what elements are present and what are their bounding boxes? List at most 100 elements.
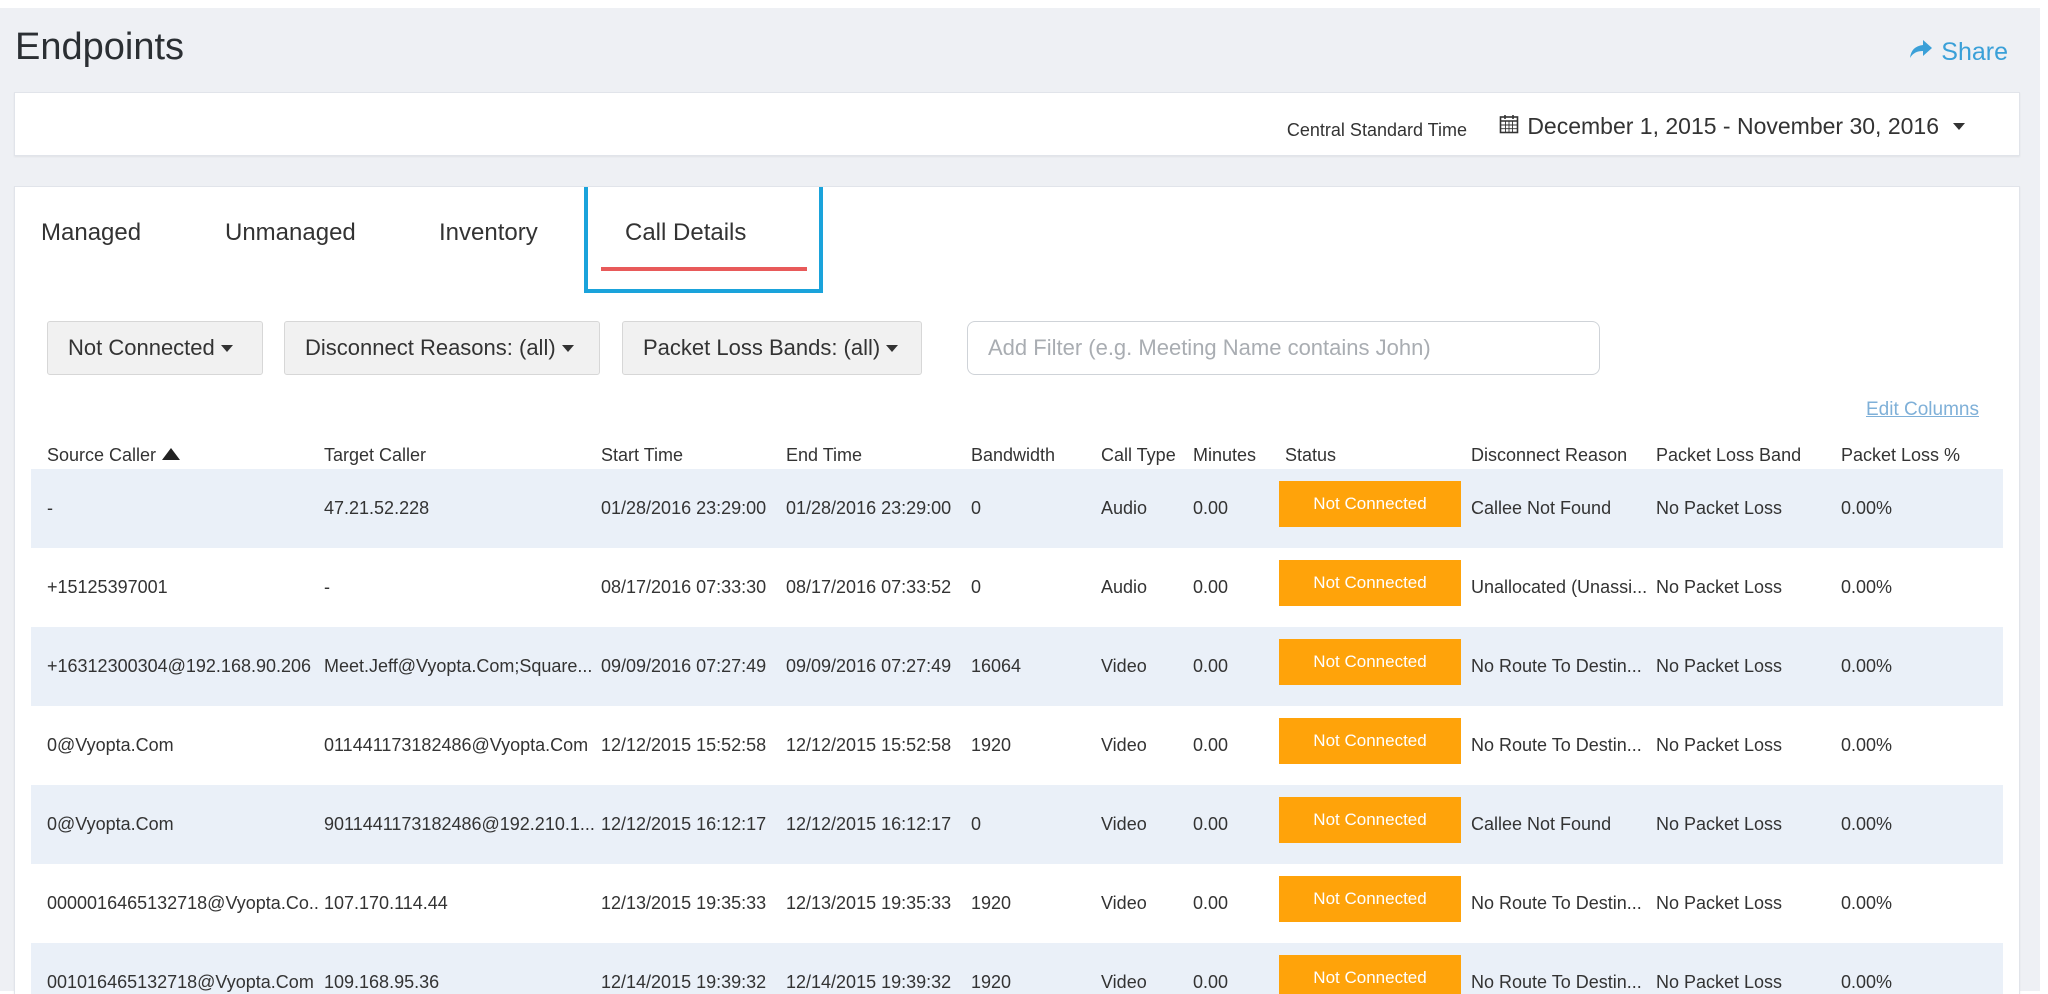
cell-source-caller: 0000016465132718@Vyopta.Co...	[47, 893, 319, 913]
cell-target-caller: -	[324, 577, 330, 597]
cell-minutes: 0.00	[1193, 656, 1229, 676]
cell-call-type: Audio	[1101, 498, 1148, 518]
column-header-packet-loss-band[interactable]: Packet Loss Band	[1656, 445, 1801, 466]
cell-packet-loss-band: No Packet Loss	[1656, 656, 1783, 676]
cell-minutes: 0.00	[1193, 577, 1229, 597]
disconnect-reasons-dropdown[interactable]: Disconnect Reasons: (all)	[284, 321, 600, 375]
column-header-bandwidth[interactable]: Bandwidth	[971, 445, 1055, 466]
cell-packet-loss-band: No Packet Loss	[1656, 577, 1783, 597]
cell-call-type: Video	[1101, 972, 1147, 992]
status-filter-dropdown[interactable]: Not Connected	[47, 321, 263, 375]
status-badge: Not Connected	[1279, 718, 1461, 764]
caret-down-icon	[1953, 123, 1965, 130]
column-header-call-type[interactable]: Call Type	[1101, 445, 1176, 466]
cell-target-caller: 011441173182486@Vyopta.Com	[324, 735, 589, 755]
cell-start-time: 08/17/2016 07:33:30	[601, 577, 767, 597]
cell-end-time: 01/28/2016 23:29:00	[786, 498, 952, 518]
status-badge: Not Connected	[1279, 797, 1461, 843]
column-header-source-caller[interactable]: Source Caller	[47, 445, 181, 466]
cell-end-time: 12/13/2015 19:35:33	[786, 893, 952, 913]
cell-end-time: 12/12/2015 16:12:17	[786, 814, 952, 834]
table-row[interactable]: - 47.21.52.228 01/28/2016 23:29:00 01/28/20…	[31, 469, 2003, 548]
cell-packet-loss-pct: 0.00%	[1841, 893, 1893, 913]
table-header: Source Caller Target Caller Start Time E…	[31, 437, 2003, 473]
cell-disconnect-reason: No Route To Destin...	[1471, 893, 1642, 913]
cell-packet-loss-band: No Packet Loss	[1656, 735, 1783, 755]
table-row[interactable]: +16312300304@192.168.90.206 Meet.Jeff@Vyo…	[31, 627, 2003, 706]
cell-call-type: Audio	[1101, 577, 1148, 597]
call-details-panel: Managed Unmanaged Inventory Call Details…	[14, 186, 2020, 994]
edit-columns-link[interactable]: Edit Columns	[1866, 399, 1979, 421]
column-header-target-caller[interactable]: Target Caller	[324, 445, 426, 466]
cell-source-caller: 0@Vyopta.Com	[47, 814, 174, 834]
cell-target-caller: 9011441173182486@192.210.1...	[324, 814, 595, 834]
cell-packet-loss-band: No Packet Loss	[1656, 814, 1783, 834]
table-row[interactable]: 0@Vyopta.Com 011441173182486@Vyopta.Com 12…	[31, 706, 2003, 785]
cell-target-caller: 47.21.52.228	[324, 498, 430, 518]
column-header-end-time[interactable]: End Time	[786, 445, 862, 466]
time-filter-bar: Central Standard Time December 1, 2015 -…	[14, 92, 2020, 156]
cell-start-time: 09/09/2016 07:27:49	[601, 656, 767, 676]
status-filter-label: Not Connected	[68, 335, 215, 360]
table-row[interactable]: +15125397001 - 08/17/2016 07:33:30 08/17/20…	[31, 548, 2003, 627]
cell-start-time: 12/12/2015 15:52:58	[601, 735, 767, 755]
cell-source-caller: +15125397001	[47, 577, 168, 597]
column-header-status[interactable]: Status	[1285, 445, 1336, 466]
cell-packet-loss-pct: 0.00%	[1841, 656, 1893, 676]
cell-target-caller: Meet.Jeff@Vyopta.Com;Square...	[324, 656, 593, 676]
column-header-minutes[interactable]: Minutes	[1193, 445, 1256, 466]
share-label: Share	[1941, 38, 2008, 66]
caret-down-icon	[886, 344, 899, 352]
cell-target-caller: 109.168.95.36	[324, 972, 440, 992]
cell-bandwidth: 0	[971, 498, 982, 518]
cell-minutes: 0.00	[1193, 893, 1229, 913]
cell-end-time: 12/14/2015 19:39:32	[786, 972, 952, 992]
cell-bandwidth: 0	[971, 814, 982, 834]
tab-inventory[interactable]: Inventory	[439, 219, 538, 247]
cell-packet-loss-band: No Packet Loss	[1656, 893, 1783, 913]
cell-end-time: 08/17/2016 07:33:52	[786, 577, 952, 597]
cell-disconnect-reason: No Route To Destin...	[1471, 972, 1642, 992]
date-range-picker[interactable]: December 1, 2015 - November 30, 2016	[1499, 113, 1965, 140]
column-header-disconnect-reason[interactable]: Disconnect Reason	[1471, 445, 1627, 466]
disconnect-reasons-label: Disconnect Reasons: (all)	[305, 335, 556, 360]
table-row[interactable]: 001016465132718@Vyopta.Com 109.168.95.36 1…	[31, 943, 2003, 994]
cell-packet-loss-pct: 0.00%	[1841, 735, 1893, 755]
cell-packet-loss-pct: 0.00%	[1841, 577, 1893, 597]
cell-packet-loss-band: No Packet Loss	[1656, 498, 1783, 518]
cell-start-time: 12/14/2015 19:39:32	[601, 972, 767, 992]
table-row[interactable]: 0000016465132718@Vyopta.Co... 107.170.114…	[31, 864, 2003, 943]
cell-start-time: 12/12/2015 16:12:17	[601, 814, 767, 834]
cell-call-type: Video	[1101, 814, 1147, 834]
column-header-packet-loss-pct[interactable]: Packet Loss %	[1841, 445, 1960, 466]
status-badge: Not Connected	[1279, 876, 1461, 922]
cell-packet-loss-pct: 0.00%	[1841, 814, 1893, 834]
cell-minutes: 0.00	[1193, 972, 1229, 992]
calendar-icon	[1499, 113, 1519, 140]
app-frame: Endpoints Share Central Standard Time De…	[0, 8, 2040, 994]
tab-unmanaged[interactable]: Unmanaged	[225, 219, 356, 247]
table-row[interactable]: 0@Vyopta.Com 9011441173182486@192.210.1..…	[31, 785, 2003, 864]
cell-target-caller: 107.170.114.44	[324, 893, 448, 913]
cell-packet-loss-pct: 0.00%	[1841, 972, 1893, 992]
cell-minutes: 0.00	[1193, 814, 1229, 834]
cell-disconnect-reason: No Route To Destin...	[1471, 735, 1642, 755]
packet-loss-bands-label: Packet Loss Bands: (all)	[643, 335, 881, 360]
cell-packet-loss-pct: 0.00%	[1841, 498, 1893, 518]
sort-ascending-icon	[162, 448, 181, 460]
cell-source-caller: -	[47, 498, 53, 518]
cell-minutes: 0.00	[1193, 735, 1229, 755]
cell-call-type: Video	[1101, 893, 1147, 913]
cell-start-time: 01/28/2016 23:29:00	[601, 498, 767, 518]
share-arrow-icon	[1909, 38, 1933, 67]
cell-bandwidth: 16064	[971, 656, 1022, 676]
cell-end-time: 12/12/2015 15:52:58	[786, 735, 952, 755]
status-badge: Not Connected	[1279, 639, 1461, 685]
cell-start-time: 12/13/2015 19:35:33	[601, 893, 767, 913]
caret-down-icon	[220, 344, 233, 352]
column-header-start-time[interactable]: Start Time	[601, 445, 683, 466]
add-filter-input[interactable]	[967, 321, 1600, 375]
share-button[interactable]: Share	[1909, 38, 2008, 67]
tab-managed[interactable]: Managed	[41, 219, 141, 247]
packet-loss-bands-dropdown[interactable]: Packet Loss Bands: (all)	[622, 321, 922, 375]
